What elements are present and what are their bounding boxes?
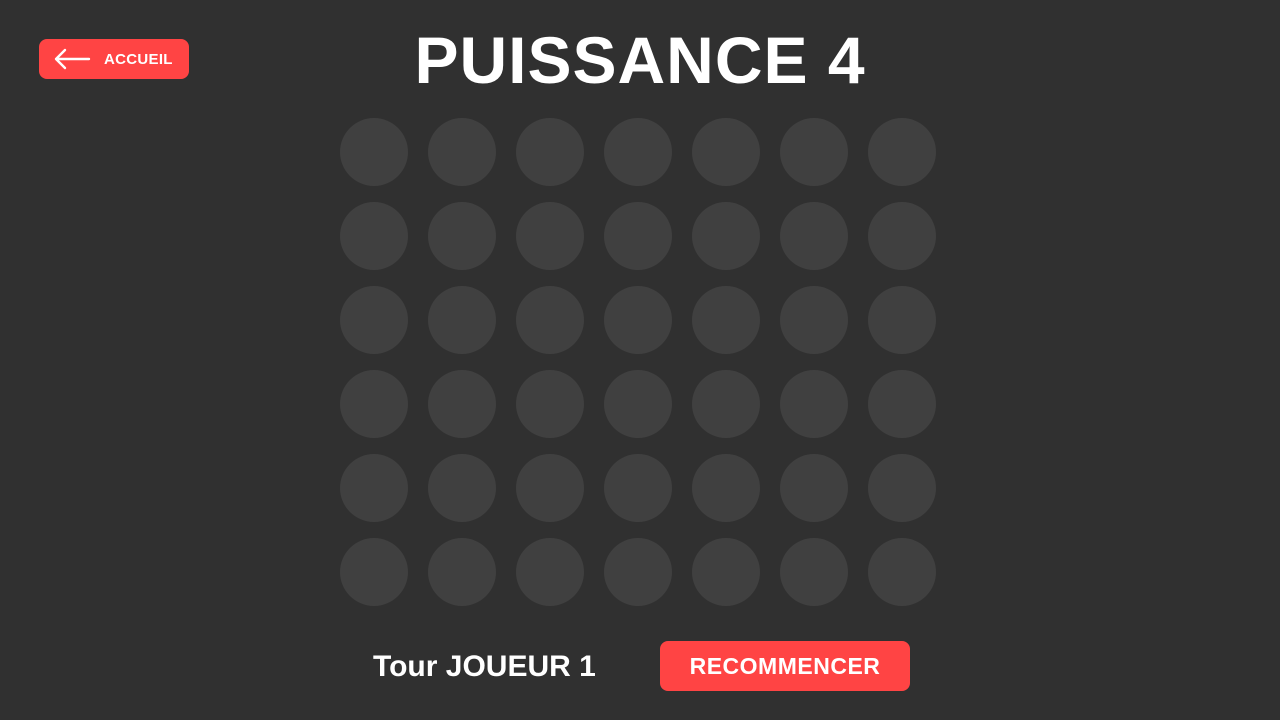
- turn-indicator: Tour JOUEUR 1: [373, 650, 596, 683]
- board-cell[interactable]: [692, 538, 760, 606]
- board-cell[interactable]: [516, 202, 584, 270]
- board-cell[interactable]: [516, 454, 584, 522]
- board-cell[interactable]: [780, 202, 848, 270]
- board-cell[interactable]: [692, 202, 760, 270]
- board-cell[interactable]: [868, 370, 936, 438]
- board-cell[interactable]: [428, 286, 496, 354]
- board-cell[interactable]: [428, 118, 496, 186]
- board-cell[interactable]: [340, 286, 408, 354]
- board-cell[interactable]: [604, 370, 672, 438]
- board-cell[interactable]: [780, 118, 848, 186]
- board-cell[interactable]: [604, 286, 672, 354]
- board-cell[interactable]: [692, 286, 760, 354]
- board-cell[interactable]: [868, 202, 936, 270]
- board-cell[interactable]: [428, 202, 496, 270]
- board-cell[interactable]: [780, 286, 848, 354]
- board-cell[interactable]: [868, 454, 936, 522]
- game-title: PUISSANCE 4: [414, 23, 866, 97]
- board-cell[interactable]: [692, 454, 760, 522]
- board-cell[interactable]: [340, 202, 408, 270]
- board-cell[interactable]: [780, 538, 848, 606]
- board-cell[interactable]: [340, 538, 408, 606]
- board-cell[interactable]: [340, 118, 408, 186]
- game-board: [340, 118, 936, 606]
- board-cell[interactable]: [604, 454, 672, 522]
- board-cell[interactable]: [604, 202, 672, 270]
- board-cell[interactable]: [868, 286, 936, 354]
- board-cell[interactable]: [604, 538, 672, 606]
- board-cell[interactable]: [340, 370, 408, 438]
- board-cell[interactable]: [868, 118, 936, 186]
- board-cell[interactable]: [340, 454, 408, 522]
- restart-button[interactable]: RECOMMENCER: [660, 641, 910, 691]
- board-cell[interactable]: [516, 370, 584, 438]
- board-cell[interactable]: [428, 454, 496, 522]
- board-cell[interactable]: [516, 118, 584, 186]
- board-cell[interactable]: [868, 538, 936, 606]
- game-screen: ACCUEIL PUISSANCE 4 Tour JOUEUR 1 RECOMM…: [0, 0, 1280, 720]
- board-cell[interactable]: [692, 370, 760, 438]
- board-cell[interactable]: [516, 538, 584, 606]
- board-cell[interactable]: [428, 370, 496, 438]
- board-cell[interactable]: [516, 286, 584, 354]
- board-cell[interactable]: [780, 454, 848, 522]
- board-cell[interactable]: [692, 118, 760, 186]
- board-cell[interactable]: [428, 538, 496, 606]
- board-cell[interactable]: [780, 370, 848, 438]
- board-cell[interactable]: [604, 118, 672, 186]
